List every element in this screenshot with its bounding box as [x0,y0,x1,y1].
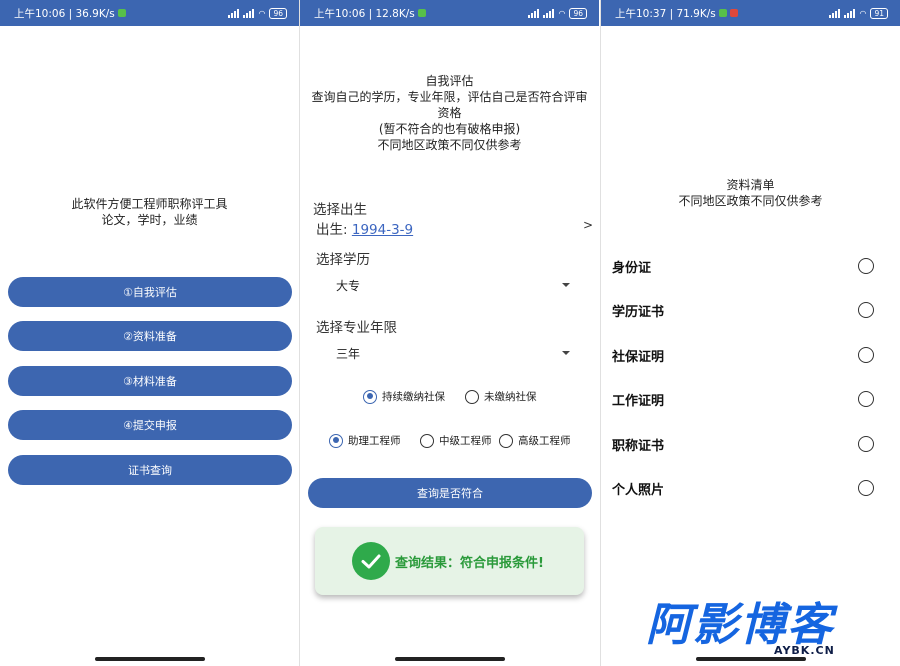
radio-unchecked-icon[interactable] [858,436,874,452]
dropdown-arrow-icon[interactable] [562,351,570,355]
checklist-item-employment[interactable]: 工作证明 [612,389,874,409]
radio-social-continuous[interactable]: 持续缴纳社保 [363,389,445,404]
intro-text: 此软件方便工程师职称评工具 论文，学时，业绩 [71,197,228,227]
document-prep-button[interactable]: ③材料准备 [8,366,292,396]
chevron-right-icon[interactable]: > [583,218,593,232]
radio-checked-icon[interactable] [329,433,343,448]
status-bar: 上午10:06 | 36.9K/s ◠ 96 [0,0,299,26]
radio-unchecked-icon[interactable] [499,433,513,448]
radio-level-intermediate[interactable]: 中级工程师 [420,433,492,448]
screen-home: 上午10:06 | 36.9K/s ◠ 96 此软件方便工程师职称评工具 论文，… [0,0,299,666]
home-indicator[interactable] [395,657,505,661]
home-indicator[interactable] [95,657,205,661]
self-assessment-button[interactable]: ①自我评估 [8,277,292,307]
notification-icon [417,9,426,17]
birth-date-value[interactable]: 1994-3-9 [352,222,413,238]
notification-icon [718,9,727,17]
checklist-item-title-cert[interactable]: 职称证书 [612,434,874,454]
radio-level-assistant[interactable]: 助理工程师 [329,433,401,448]
wifi-icon: ◠ [558,8,566,18]
education-select[interactable]: 大专 [336,277,360,294]
radio-unchecked-icon[interactable] [858,480,874,496]
education-label: 选择学历 [316,252,370,268]
signal-icon [528,8,540,18]
certificate-query-button[interactable]: 证书查询 [8,455,292,485]
result-toast: 查询结果：符合申报条件! [315,527,584,595]
signal-icon [228,8,240,18]
dropdown-arrow-icon[interactable] [562,283,570,287]
watermark-logo: 阿影博客 AYBK.CN [646,598,835,658]
radio-unchecked-icon[interactable] [858,347,874,363]
notification-icon [729,9,738,17]
signal-icon [543,8,555,18]
status-bar: 上午10:06 | 12.8K/s ◠ 96 [300,0,599,26]
result-message: 查询结果：符合申报条件! [395,555,544,571]
birth-row[interactable]: 出生: 1994-3-9 [316,218,413,238]
checklist-item-diploma[interactable]: 学历证书 [612,300,874,320]
checklist-item-social-security[interactable]: 社保证明 [612,345,874,365]
birth-label: 选择出生 [313,202,367,218]
radio-level-senior[interactable]: 高级工程师 [499,433,571,448]
query-button[interactable]: 查询是否符合 [308,478,592,508]
checklist-heading: 资料清单 不同地区政策不同仅供参考 [601,177,900,209]
battery-icon: 96 [569,7,587,19]
checklist-item-photo[interactable]: 个人照片 [612,478,874,498]
page-title: 资料清单 [726,178,775,192]
radio-unchecked-icon[interactable] [420,433,434,448]
radio-unchecked-icon[interactable] [858,302,874,318]
check-circle-icon [352,542,390,580]
notification-icon [117,9,126,17]
radio-unchecked-icon[interactable] [465,389,479,404]
screen-checklist: 上午10:37 | 71.9K/s ◠ 91 资料清单 不同地区政策不同仅供参考… [601,0,900,666]
signal-icon [829,8,841,18]
wifi-icon: ◠ [859,8,867,18]
years-label: 选择专业年限 [316,320,397,336]
assessment-heading: 自我评估 查询自己的学历，专业年限，评估自己是否符合评审 资格 (暂不符合的也有… [300,73,599,153]
radio-checked-icon[interactable] [363,389,377,404]
signal-icon [844,8,856,18]
checklist-item-id-card[interactable]: 身份证 [612,256,874,276]
page-title: 自我评估 [425,74,474,88]
battery-icon: 91 [870,7,888,19]
battery-icon: 96 [269,7,287,19]
submit-application-button[interactable]: ④提交申报 [8,410,292,440]
status-bar: 上午10:37 | 71.9K/s ◠ 91 [601,0,900,26]
material-prep-button[interactable]: ②资料准备 [8,321,292,351]
radio-unchecked-icon[interactable] [858,258,874,274]
wifi-icon: ◠ [258,8,266,18]
screen-self-assessment: 上午10:06 | 12.8K/s ◠ 96 自我评估 查询自己的学历，专业年限… [300,0,599,666]
radio-unchecked-icon[interactable] [858,391,874,407]
radio-social-none[interactable]: 未缴纳社保 [465,389,537,404]
years-select[interactable]: 三年 [336,345,360,362]
signal-icon [243,8,255,18]
